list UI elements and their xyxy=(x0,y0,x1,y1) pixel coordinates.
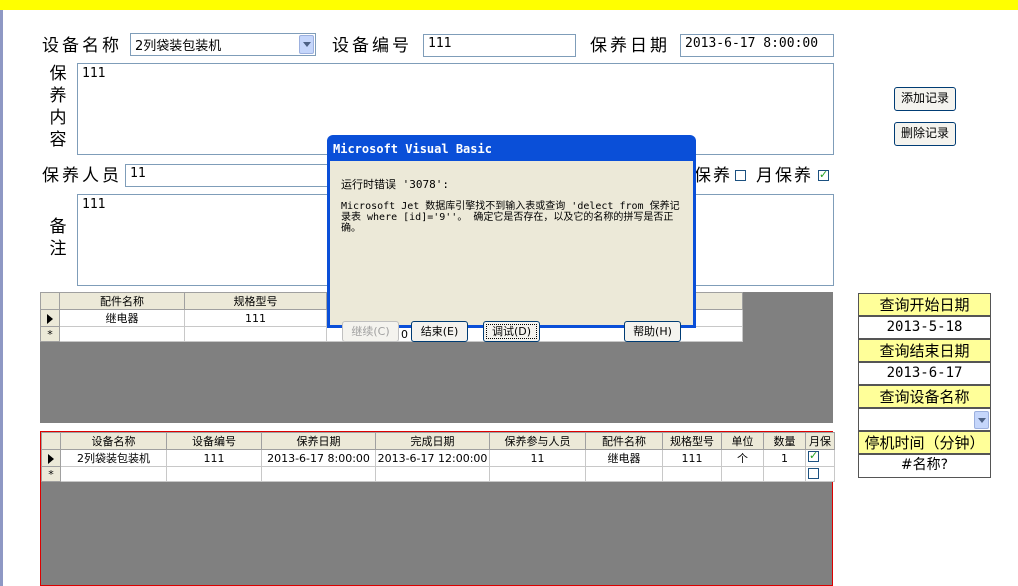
device-name-value: 2列袋装包装机 xyxy=(135,39,222,54)
column-header[interactable]: 月保 xyxy=(805,432,835,450)
left-edge-bar xyxy=(0,10,3,586)
record-pointer-icon[interactable] xyxy=(41,449,61,467)
column-header[interactable]: 规格型号 xyxy=(184,292,327,310)
column-header[interactable]: 设备名称 xyxy=(60,432,167,450)
content-label: 保 养 内 容 xyxy=(48,63,68,151)
column-header[interactable]: 数量 xyxy=(763,432,806,450)
downtime-value: #名称? xyxy=(858,454,991,478)
content-label-char: 容 xyxy=(49,130,67,150)
top-yellow-bar xyxy=(0,0,1018,10)
remark-label: 备 注 xyxy=(48,216,68,260)
delete-record-button[interactable]: 删除记录 xyxy=(894,122,956,146)
person-label: 保养人员 xyxy=(42,166,122,186)
column-header[interactable]: 配件名称 xyxy=(585,432,663,450)
column-header[interactable]: 设备编号 xyxy=(166,432,262,450)
device-name-combo[interactable]: 2列袋装包装机 xyxy=(130,33,316,56)
add-record-button[interactable]: 添加记录 xyxy=(894,87,956,111)
records-grid: 设备名称 设备编号 保养日期 完成日期 保养参与人员 配件名称 规格型号 单位 … xyxy=(41,432,835,482)
column-header[interactable]: 单位 xyxy=(721,432,764,450)
column-header[interactable]: 保养日期 xyxy=(261,432,376,450)
month-maint-checkbox[interactable] xyxy=(818,168,829,181)
person-input[interactable]: 11 xyxy=(125,164,335,187)
device-no-input[interactable]: 111 xyxy=(423,34,576,57)
error-dialog: Microsoft Visual Basic 运行时错误 '3078': Mic… xyxy=(327,135,696,342)
part-spec-cell[interactable]: 111 xyxy=(184,309,327,327)
new-record-row[interactable]: * xyxy=(41,466,835,482)
content-label-char: 养 xyxy=(49,86,67,106)
part-name-cell[interactable]: 继电器 xyxy=(59,309,185,327)
device-cell[interactable]: 2列袋装包装机 xyxy=(60,449,167,467)
continue-button: 继续(C) xyxy=(342,321,399,342)
done-date-cell[interactable]: 2013-6-17 12:00:00 xyxy=(375,449,490,467)
chevron-down-icon[interactable] xyxy=(974,411,989,429)
spec-cell[interactable]: 111 xyxy=(662,449,722,467)
content-label-char: 内 xyxy=(49,108,67,128)
monthly-checkbox[interactable] xyxy=(808,468,819,479)
maint-date-label: 保养日期 xyxy=(590,36,670,56)
new-record-asterisk-icon[interactable]: * xyxy=(40,326,60,342)
month-maint-label: 月保养 xyxy=(756,166,813,186)
dialog-body: 运行时错误 '3078': Microsoft Jet 数据库引擎找不到输入表或… xyxy=(330,161,693,342)
end-button[interactable]: 结束(E) xyxy=(411,321,468,342)
people-cell[interactable]: 11 xyxy=(489,449,586,467)
monthly-cell[interactable] xyxy=(805,449,835,467)
debug-button[interactable]: 调试(D) xyxy=(483,321,540,342)
remark-label-char: 备 xyxy=(49,217,67,237)
dialog-message: Microsoft Jet 数据库引擎找不到输入表或查询 'delect fro… xyxy=(341,201,680,234)
query-device-combo[interactable] xyxy=(858,408,991,431)
column-header[interactable]: 保养参与人员 xyxy=(489,432,586,450)
unit-cell[interactable]: 个 xyxy=(721,449,764,467)
new-record-asterisk-icon[interactable]: * xyxy=(41,466,61,482)
qty-cell[interactable]: 1 xyxy=(763,449,806,467)
content-label-char: 保 xyxy=(49,64,67,84)
monthly-checkbox[interactable] xyxy=(808,451,819,462)
device-no-cell[interactable]: 111 xyxy=(166,449,262,467)
column-header[interactable]: 规格型号 xyxy=(662,432,722,450)
query-start-input[interactable]: 2013-5-18 xyxy=(858,316,991,339)
dialog-title: Microsoft Visual Basic xyxy=(333,142,492,156)
downtime-label: 停机时间（分钟） xyxy=(858,431,991,454)
dialog-error-line: 运行时错误 '3078': xyxy=(341,178,449,191)
records-subform: 设备名称 设备编号 保养日期 完成日期 保养参与人员 配件名称 规格型号 单位 … xyxy=(40,431,835,586)
column-header[interactable]: 配件名称 xyxy=(59,292,185,310)
week-maint-label: 保养 xyxy=(694,166,732,186)
column-header[interactable]: 完成日期 xyxy=(375,432,490,450)
query-end-label: 查询结束日期 xyxy=(858,339,991,362)
query-end-input[interactable]: 2013-6-17 xyxy=(858,362,991,385)
part-cell[interactable]: 继电器 xyxy=(585,449,663,467)
chevron-down-icon[interactable] xyxy=(299,35,314,54)
device-name-label: 设备名称 xyxy=(42,36,122,56)
device-no-label: 设备编号 xyxy=(332,36,412,56)
table-row[interactable]: 2列袋装包装机 111 2013-6-17 8:00:00 2013-6-17 … xyxy=(41,449,835,467)
maint-date-cell[interactable]: 2013-6-17 8:00:00 xyxy=(261,449,376,467)
maint-date-input[interactable]: 2013-6-17 8:00:00 xyxy=(680,34,834,57)
query-start-label: 查询开始日期 xyxy=(858,293,991,316)
remark-label-char: 注 xyxy=(49,239,67,259)
week-maint-checkbox[interactable] xyxy=(735,170,746,181)
help-button[interactable]: 帮助(H) xyxy=(624,321,681,342)
record-pointer-icon[interactable] xyxy=(40,309,60,327)
query-device-label: 查询设备名称 xyxy=(858,385,991,408)
records-header-row: 设备名称 设备编号 保养日期 完成日期 保养参与人员 配件名称 规格型号 单位 … xyxy=(41,432,835,450)
